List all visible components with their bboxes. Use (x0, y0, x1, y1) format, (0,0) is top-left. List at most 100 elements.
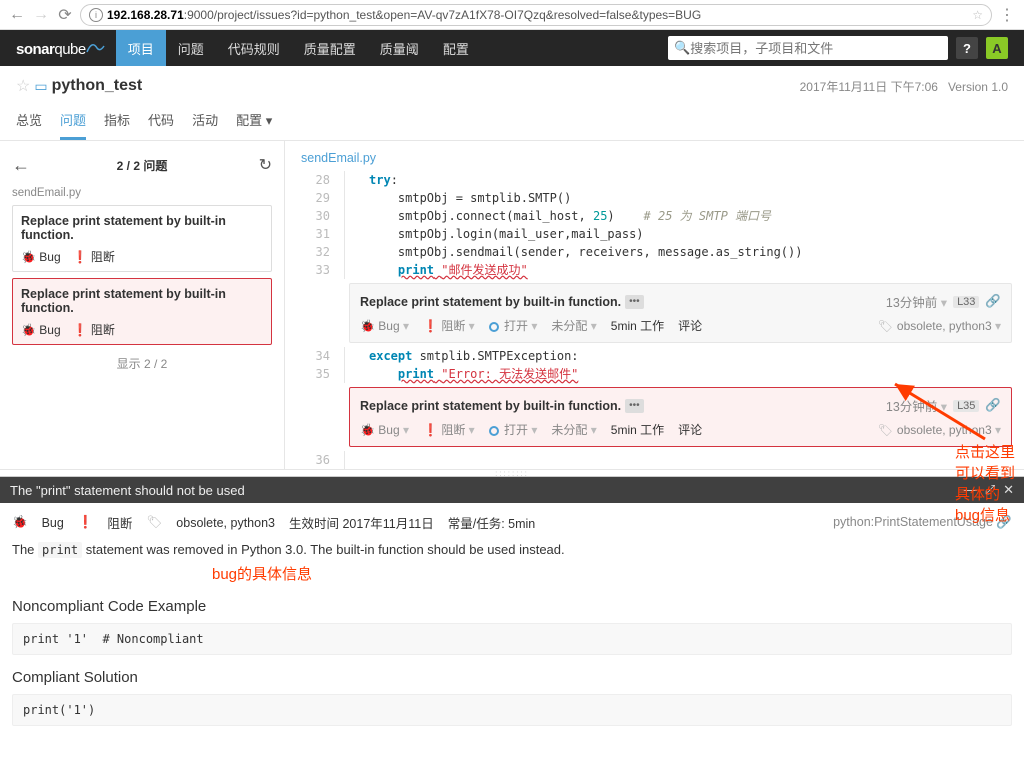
back-arrow-icon[interactable]: ← (12, 155, 30, 176)
refresh-icon[interactable]: ↻ (259, 155, 272, 175)
code-line-35: 35 print "Error: 无法发送邮件" (285, 365, 1024, 383)
code-line-28: 28try: (285, 171, 1024, 189)
nav-forward-icon[interactable]: → (32, 6, 50, 24)
nav-item-2[interactable]: 代码规则 (216, 30, 292, 66)
rule-tags[interactable]: obsolete, python3 (176, 516, 275, 530)
bug-icon: 🐞 (360, 423, 375, 437)
code-line-30: 30 smtpObj.connect(mail_host, 25) # 25 为… (285, 207, 1024, 225)
rule-title: The "print" statement should not be used (10, 483, 245, 498)
issue-more-icon[interactable]: ••• (625, 399, 644, 413)
close-icon[interactable]: ✕ (1003, 482, 1014, 498)
tab-4[interactable]: 活动 (192, 104, 218, 140)
noncompliant-code: print '1' # Noncompliant (12, 623, 1012, 655)
bug-icon: 🐞 (21, 250, 36, 264)
sidebar-issue-0[interactable]: Replace print statement by built-in func… (12, 205, 272, 272)
issue-comment-link[interactable]: 评论 (678, 317, 702, 334)
issue-age[interactable]: 13分钟前 (886, 396, 947, 415)
site-info-icon[interactable]: i (89, 8, 103, 22)
code-line-31: 31 smtpObj.login(mail_user,mail_pass) (285, 225, 1024, 243)
line-badge: L35 (953, 400, 979, 412)
status-icon (489, 322, 499, 332)
tab-3[interactable]: 代码 (148, 104, 174, 140)
severity-icon: ❗ (73, 250, 88, 264)
rule-description: The print statement was removed in Pytho… (12, 542, 1012, 557)
issues-sidebar: ← 2 / 2 问题 ↻ sendEmail.py Replace print … (0, 141, 285, 469)
issue-effort: 5min 工作 (611, 421, 664, 438)
issue-title: Replace print statement by built-in func… (21, 287, 263, 315)
issue-type[interactable]: Bug (378, 319, 409, 333)
nav-item-5[interactable]: 配置 (431, 30, 481, 66)
file-breadcrumb[interactable]: sendEmail.py (285, 151, 1024, 171)
issue-severity[interactable]: 阻断 (441, 319, 474, 333)
help-icon[interactable]: ? (956, 37, 978, 59)
rule-severity[interactable]: 阻断 (107, 513, 132, 532)
project-name[interactable]: python_test (52, 77, 143, 95)
rule-debt: 常量/任务: 5min (448, 513, 536, 532)
permalink-icon[interactable]: 🔗 (985, 294, 1001, 309)
status-icon (489, 426, 499, 436)
permalink-icon[interactable]: 🔗 (996, 515, 1012, 529)
annotation-text-2: bug的具体信息 (212, 563, 1012, 584)
global-search[interactable]: 🔍 (668, 36, 948, 60)
tab-1[interactable]: 问题 (60, 104, 86, 140)
issue-counter: 2 / 2 问题 (117, 157, 168, 174)
sidebar-issue-1[interactable]: Replace print statement by built-in func… (12, 278, 272, 345)
rule-key[interactable]: python:PrintStatementUsage (833, 515, 993, 529)
code-line-36: 36 (285, 451, 1024, 469)
rule-type[interactable]: Bug (42, 516, 64, 530)
rule-panel-header: The "print" statement should not be used… (0, 477, 1024, 503)
favorite-icon[interactable]: ☆ (16, 76, 30, 96)
issue-assign[interactable]: 未分配 (551, 317, 596, 334)
url-bar[interactable]: i 192.168.28.71:9000/project/issues?id=p… (80, 4, 992, 26)
issue-assign[interactable]: 未分配 (551, 421, 596, 438)
severity-icon: ❗ (423, 319, 438, 333)
code-line-29: 29 smtpObj = smtplib.SMTP() (285, 189, 1024, 207)
code-line-34: 34except smtplib.SMTPException: (285, 347, 1024, 365)
issue-tags[interactable]: obsolete, python3 (897, 423, 1001, 437)
nav-item-4[interactable]: 质量阈 (368, 30, 431, 66)
bug-icon: 🐞 (12, 515, 28, 530)
inline-issue-block[interactable]: Replace print statement by built-in func… (349, 283, 1012, 343)
issue-severity[interactable]: 阻断 (441, 423, 474, 437)
tag-icon: 🏷 (878, 423, 893, 437)
tag-icon: 🏷 (878, 319, 893, 333)
tab-2[interactable]: 指标 (104, 104, 130, 140)
issue-comment-link[interactable]: 评论 (678, 421, 702, 438)
browser-menu-icon[interactable]: ⋮ (998, 6, 1016, 24)
inline-issue-block-active[interactable]: Replace print statement by built-in func… (349, 387, 1012, 447)
tab-0[interactable]: 总览 (16, 104, 42, 140)
expand-icon[interactable]: ⤢ (985, 482, 995, 498)
nav-item-1[interactable]: 问题 (166, 30, 216, 66)
nav-back-icon[interactable]: ← (8, 6, 26, 24)
panel-splitter[interactable]: :::::::: (0, 469, 1024, 477)
permalink-icon[interactable]: 🔗 (985, 398, 1001, 413)
browser-toolbar: ← → ⟳ i 192.168.28.71:9000/project/issue… (0, 0, 1024, 30)
issue-more-icon[interactable]: ••• (625, 295, 644, 309)
nav-item-3[interactable]: 质量配置 (292, 30, 368, 66)
issue-status[interactable]: 打开 (504, 423, 537, 437)
line-badge: L33 (953, 296, 979, 308)
reload-icon[interactable]: ⟳ (56, 6, 74, 24)
url-host: 192.168.28.71 (107, 8, 184, 22)
bug-icon: 🐞 (21, 323, 36, 337)
user-avatar[interactable]: A (986, 37, 1008, 59)
nav-item-0[interactable]: 项目 (116, 30, 166, 66)
issue-status[interactable]: 打开 (504, 319, 537, 333)
sidebar-footer: 显示 2 / 2 (12, 355, 272, 372)
bookmark-star-icon[interactable]: ☆ (972, 8, 983, 22)
minimize-icon[interactable]: — (964, 482, 977, 498)
noncompliant-heading: Noncompliant Code Example (12, 598, 1012, 615)
issue-type[interactable]: Bug (378, 423, 409, 437)
analysis-date: 2017年11月11日 下午7:06 (800, 80, 938, 94)
issue-age[interactable]: 13分钟前 (886, 292, 947, 311)
global-search-input[interactable] (690, 41, 942, 56)
app-navbar: sonarqube 项目问题代码规则质量配置质量阈配置 🔍 ? A (0, 30, 1024, 66)
project-version: Version 1.0 (948, 80, 1008, 94)
project-tabs: 总览问题指标代码活动配置 ▾ (16, 104, 1008, 140)
issue-tags[interactable]: obsolete, python3 (897, 319, 1001, 333)
compliant-heading: Compliant Solution (12, 669, 1012, 686)
tab-5[interactable]: 配置 ▾ (236, 104, 272, 140)
project-icon: ▭ (34, 78, 47, 95)
brand-logo[interactable]: sonarqube (16, 38, 108, 58)
code-line-33: 33 print "邮件发送成功" (285, 261, 1024, 279)
